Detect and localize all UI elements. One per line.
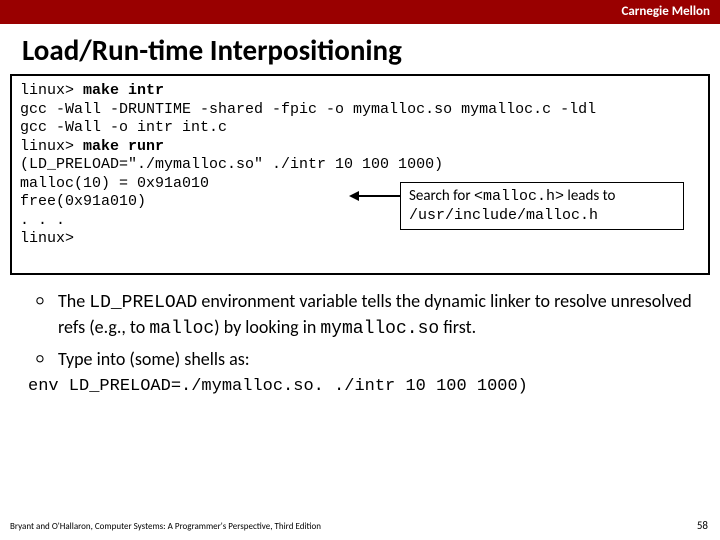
bullet-item-2: ○ Type into (some) shells as: — [36, 347, 700, 371]
code-line-8: . . . — [20, 212, 65, 229]
code-line-1: linux> make intr — [20, 82, 164, 99]
brand-bar: Carnegie Mellon — [0, 0, 720, 24]
footer-citation: Bryant and O'Hallaron, Computer Systems:… — [10, 521, 321, 532]
callout-mono-2: /usr/include/malloc.h — [409, 207, 598, 224]
code-line-4: linux> make runr — [20, 138, 164, 155]
bullet-icon: ○ — [36, 289, 58, 341]
bullet-item-1: ○ The LD_PRELOAD environment variable te… — [36, 289, 700, 341]
code-line-5: (LD_PRELOAD="./mymalloc.so" ./intr 10 10… — [20, 156, 443, 173]
env-command-line: env LD_PRELOAD=./mymalloc.so. ./intr 10 … — [28, 377, 720, 396]
bullet-text-1: The LD_PRELOAD environment variable tell… — [58, 289, 700, 341]
page-number: 58 — [697, 519, 708, 532]
code-line-9: linux> — [20, 230, 74, 247]
bullet-list: ○ The LD_PRELOAD environment variable te… — [36, 289, 700, 371]
code-line-6: malloc(10) = 0x91a010 — [20, 175, 209, 192]
callout-arrow — [357, 195, 401, 197]
slide-title: Load/Run-time Interpositioning — [0, 24, 720, 74]
callout-mono-1: <malloc.h> — [474, 188, 564, 205]
bullet-icon: ○ — [36, 347, 58, 371]
terminal-code-box: linux> make intr gcc -Wall -DRUNTIME -sh… — [10, 74, 710, 275]
brand-text: Carnegie Mellon — [621, 4, 710, 19]
callout-text-mid: leads to — [564, 187, 615, 205]
bullet-text-2: Type into (some) shells as: — [58, 347, 250, 371]
code-line-7: free(0x91a010) — [20, 193, 146, 210]
code-line-2: gcc -Wall -DRUNTIME -shared -fpic -o mym… — [20, 101, 596, 118]
code-line-3: gcc -Wall -o intr int.c — [20, 119, 227, 136]
callout-text-pre: Search for — [409, 187, 474, 205]
callout-box: Search for <malloc.h> leads to /usr/incl… — [400, 182, 684, 230]
